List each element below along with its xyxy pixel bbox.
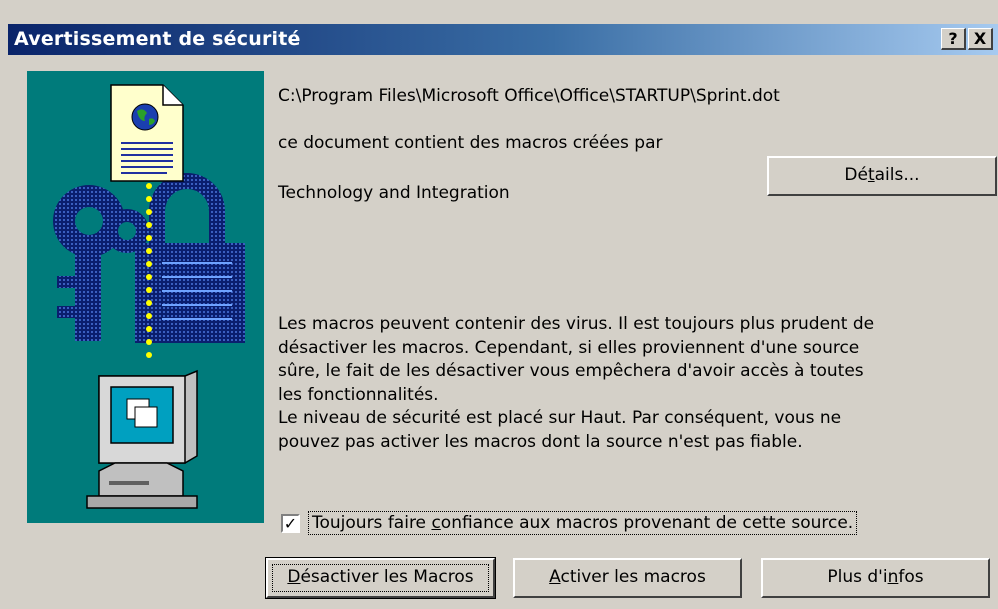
security-illustration	[27, 71, 264, 523]
warning-line: désactiver les macros. Cependant, si ell…	[278, 337, 860, 358]
trust-label-post: onfiance aux macros provenant de cette s…	[440, 513, 854, 533]
warning-line: sûre, le fait de les désactiver vous emp…	[278, 361, 864, 381]
trust-label-pre: Toujours faire	[312, 513, 432, 533]
more-label-post: fos	[898, 567, 924, 587]
enable-label-post: ctiver les macros	[560, 567, 706, 587]
trust-source-label[interactable]: Toujours faire confiance aux macros prov…	[308, 511, 858, 535]
warning-line: Les macros peuvent contenir des virus. I…	[278, 314, 875, 334]
close-button[interactable]: X	[968, 28, 993, 50]
computer-icon	[86, 369, 198, 509]
file-path: C:\Program Files\Microsoft Office\Office…	[278, 86, 780, 106]
warning-text: Les macros peuvent contenir des virus. I…	[278, 313, 968, 454]
details-label-pre: Dé	[844, 165, 868, 185]
title-bar[interactable]: Avertissement de sécurité ? X	[8, 24, 998, 55]
help-button[interactable]: ?	[941, 28, 966, 50]
illustration-svg	[53, 84, 245, 509]
trust-label-accel: c	[431, 513, 441, 533]
warning-line: Le niveau de sécurité est placé sur Haut…	[278, 408, 842, 428]
enable-label-accel: A	[549, 567, 561, 587]
details-label-post: ails...	[874, 165, 920, 185]
security-warning-dialog: Avertissement de sécurité ? X C:\Program…	[0, 0, 998, 609]
enable-macros-button[interactable]: Activer les macros	[513, 558, 742, 598]
warning-line: les fonctionnalités.	[278, 384, 439, 405]
more-label-accel: n	[887, 567, 899, 587]
document-icon	[110, 84, 184, 182]
window-title: Avertissement de sécurité	[14, 28, 301, 50]
publisher-name: Technology and Integration	[278, 183, 510, 203]
key-icon	[53, 185, 149, 341]
more-info-button[interactable]: Plus d'infos	[761, 558, 990, 598]
warning-line: pouvez pas activer les macros dont la so…	[278, 431, 803, 452]
trust-source-checkbox[interactable]: ✓	[281, 514, 300, 533]
details-label-accel: t	[867, 165, 875, 185]
focus-rect	[272, 564, 489, 592]
details-button[interactable]: Détails...	[767, 156, 997, 196]
globe-icon	[131, 103, 159, 131]
more-label-pre: Plus d'i	[827, 567, 888, 587]
macro-intro-text: ce document contient des macros créées p…	[278, 133, 663, 153]
disable-macros-button[interactable]: Désactiver les Macros	[265, 557, 496, 599]
